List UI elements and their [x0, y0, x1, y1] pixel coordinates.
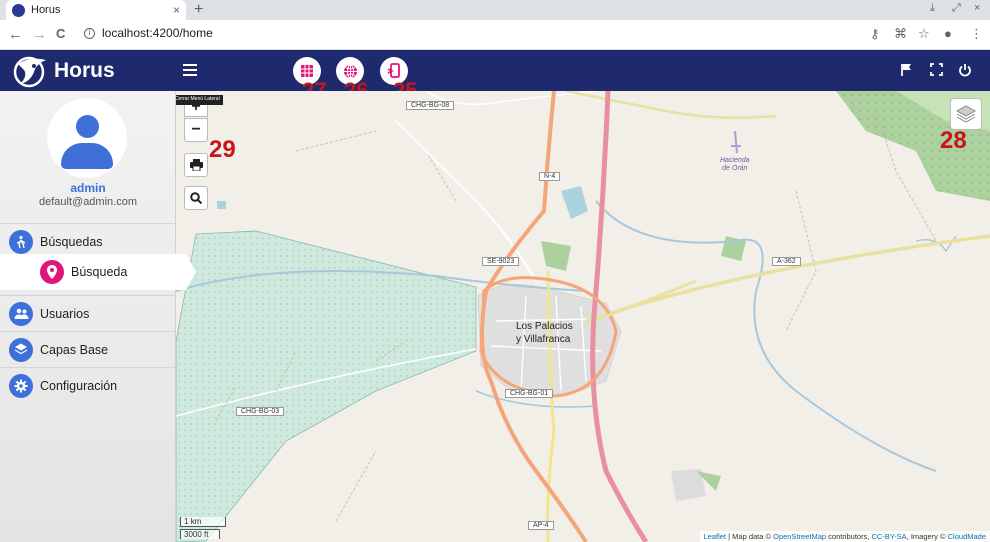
scale-bar-km: 1 km	[180, 517, 226, 527]
user-email: default@admin.com	[39, 196, 137, 208]
app-header	[0, 50, 990, 91]
maximize-icon[interactable]: ⤢	[952, 2, 961, 15]
back-button[interactable]: ←	[8, 26, 23, 43]
sidebar-item-label: Usuarios	[40, 306, 90, 321]
forward-button[interactable]: →	[32, 26, 47, 43]
road-label: SE-9023	[482, 257, 520, 266]
town-label-line: Los Palacios	[516, 321, 573, 332]
road-label: CHG-BG-01	[505, 389, 554, 398]
town-label-line: y Villafranca	[516, 334, 571, 345]
translate-icon[interactable]: ⌘	[894, 26, 907, 42]
attribution-text: contributors,	[826, 532, 872, 541]
map-attribution: Leaflet | Map data © OpenStreetMap contr…	[699, 531, 990, 542]
search-icon	[190, 192, 202, 204]
site-info-icon[interactable]: i	[84, 27, 95, 39]
url-text: localhost:4200/home	[102, 26, 213, 40]
globe-icon	[343, 64, 357, 78]
road-label: AP-4	[528, 521, 554, 530]
imagery-link[interactable]: CloudMade	[948, 532, 986, 541]
zoom-out-button[interactable]: −	[184, 118, 208, 142]
hamburger-menu-icon[interactable]	[183, 64, 197, 76]
license-link[interactable]: CC-BY-SA	[872, 532, 907, 541]
grid-table-icon	[301, 65, 313, 77]
avatar-body-icon	[61, 143, 113, 169]
poi-label-hacienda: Hacienda de Orán	[720, 157, 750, 173]
tab-title: Horus	[31, 4, 61, 16]
scale-bar-ft: 3000 ft	[180, 529, 220, 539]
road-label: CHG-BG-08	[406, 101, 455, 110]
close-window-icon[interactable]: ×	[974, 2, 980, 14]
stacked-layers-icon	[956, 105, 976, 123]
sidebar-item-label: Capas Base	[40, 342, 109, 357]
attribution-text: , Imagery ©	[906, 532, 948, 541]
sidebar-item-capas-base[interactable]: Capas Base	[0, 331, 176, 367]
search-map-button[interactable]	[184, 186, 208, 210]
gear-icon	[9, 373, 33, 398]
horus-eye-logo-icon	[13, 56, 46, 88]
map-tiles[interactable]	[176, 91, 990, 542]
layers-icon	[9, 337, 33, 362]
layers-switcher-button[interactable]	[950, 98, 982, 130]
road-label: CHG-BG-03	[236, 407, 285, 416]
road-label: N-4	[539, 172, 561, 181]
browser-menu-icon[interactable]: ⋮	[970, 26, 983, 42]
users-icon	[9, 301, 33, 326]
sidebar-item-label: Configuración	[40, 378, 118, 393]
flag-icon[interactable]	[900, 63, 914, 77]
tab-close-icon[interactable]: ×	[173, 3, 180, 17]
printer-icon	[189, 159, 203, 171]
road-label: A-362	[772, 257, 801, 266]
sidebar: admin default@admin.com Búsquedas Búsque…	[0, 91, 196, 542]
hiker-icon	[9, 229, 33, 254]
power-icon[interactable]	[958, 63, 972, 77]
new-tab-button[interactable]: +	[194, 1, 203, 19]
sidebar-item-usuarios[interactable]: Usuarios	[0, 295, 176, 331]
sidebar-item-label: Búsqueda	[71, 265, 128, 279]
town-label: Los Palacios y Villafranca	[516, 320, 573, 346]
app-logo[interactable]: Horus	[12, 54, 115, 88]
app-title: Horus	[54, 59, 115, 82]
avatar[interactable]	[47, 98, 127, 178]
leaflet-link[interactable]: Leaflet	[704, 532, 727, 541]
fullscreen-icon[interactable]	[930, 63, 943, 76]
poi-label-line: de Orán	[722, 165, 748, 172]
minimize-icon[interactable]: ⤓	[930, 2, 935, 15]
avatar-head-icon	[76, 115, 99, 138]
sidebar-item-label: Búsquedas	[40, 234, 103, 249]
device-rotate-icon	[387, 63, 400, 78]
star-icon[interactable]: ☆	[918, 26, 930, 42]
attribution-text: | Map data ©	[726, 532, 774, 541]
osm-link[interactable]: OpenStreetMap	[773, 532, 826, 541]
location-pin-icon	[40, 260, 64, 284]
annotation-28: 28	[940, 127, 967, 154]
annotation-29: 29	[209, 136, 236, 163]
horus-favicon-icon	[12, 3, 25, 17]
map-view[interactable]: CHG-BG-08 N-4 SE-9023 A-362 CHG-BG-01 CH…	[176, 91, 990, 542]
address-bar: ← → C i localhost:4200/home ⚷ ⌘ ☆ ● ⋮	[0, 20, 990, 50]
key-icon[interactable]: ⚷	[870, 26, 880, 42]
reload-button[interactable]: C	[56, 26, 65, 41]
browser-tab[interactable]: Horus ×	[6, 0, 186, 20]
browser-tab-bar: Horus × + ⤓ ⤢ ×	[0, 0, 990, 20]
sidebar-item-configuracion[interactable]: Configuración	[0, 367, 176, 403]
poi-label-line: Hacienda	[720, 157, 750, 164]
print-button[interactable]	[184, 153, 208, 177]
url-field[interactable]: i localhost:4200/home	[84, 26, 213, 40]
user-name: admin	[70, 181, 106, 195]
account-icon[interactable]: ●	[944, 26, 952, 41]
sidebar-item-busqueda[interactable]: Búsqueda	[0, 254, 196, 290]
